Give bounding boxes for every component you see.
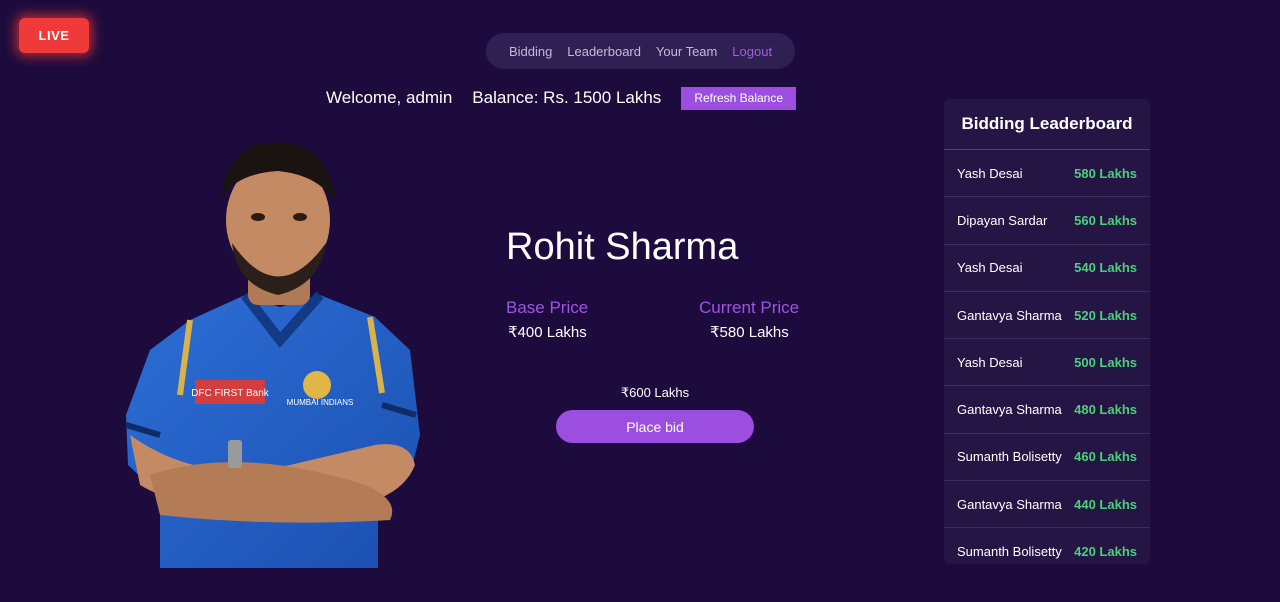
balance-text: Balance: Rs. 1500 Lakhs xyxy=(472,88,662,107)
nav-leaderboard[interactable]: Leaderboard xyxy=(567,44,641,59)
leaderboard-row: Sumanth Bolisetty 460 Lakhs xyxy=(944,434,1150,482)
bid-amount: 540 Lakhs xyxy=(1074,260,1137,276)
player-name: Rohit Sharma xyxy=(506,226,739,268)
bid-amount: 580 Lakhs xyxy=(1074,165,1137,181)
leaderboard-row: Gantavya Sharma 440 Lakhs xyxy=(944,481,1150,529)
user-info-row: Welcome, admin Balance: Rs. 1500 Lakhs R… xyxy=(326,86,797,110)
bidder-name: Gantavya Sharma xyxy=(957,496,1062,512)
leaderboard-row: Sumanth Bolisetty 420 Lakhs xyxy=(944,528,1150,564)
bidder-name: Yash Desai xyxy=(957,165,1023,181)
bid-amount: 420 Lakhs xyxy=(1074,544,1137,560)
leaderboard-row: Gantavya Sharma 520 Lakhs xyxy=(944,292,1150,340)
current-price-label: Current Price xyxy=(699,298,800,317)
leaderboard-list: Yash Desai 580 Lakhs Dipayan Sardar 560 Lak… xyxy=(944,150,1150,564)
leaderboard-title: Bidding Leaderboard xyxy=(944,99,1150,150)
live-badge: LIVE xyxy=(19,18,89,53)
welcome-text: Welcome, admin xyxy=(326,88,453,107)
nav-logout[interactable]: Logout xyxy=(732,44,772,59)
auction-page: LIVE Bidding Leaderboard Your Team Logou… xyxy=(0,0,1280,602)
leaderboard-row: Yash Desai 580 Lakhs xyxy=(944,150,1150,198)
jersey-team: MUMBAI INDIANS xyxy=(287,398,354,407)
base-price-label: Base Price xyxy=(506,298,589,317)
bidder-name: Yash Desai xyxy=(957,354,1023,370)
bidder-name: Gantavya Sharma xyxy=(957,402,1062,418)
jersey-sponsor: DFC FIRST Bank xyxy=(191,388,270,399)
bidder-name: Sumanth Bolisetty xyxy=(957,544,1062,560)
bid-amount: 480 Lakhs xyxy=(1074,402,1137,418)
bidder-name: Gantavya Sharma xyxy=(957,307,1062,323)
bid-amount: 560 Lakhs xyxy=(1074,212,1137,228)
place-bid-button[interactable]: Place bid xyxy=(556,410,754,443)
leaderboard-row: Gantavya Sharma 480 Lakhs xyxy=(944,386,1150,434)
bid-amount: 440 Lakhs xyxy=(1074,496,1137,512)
leaderboard-row: Yash Desai 500 Lakhs xyxy=(944,339,1150,387)
bidder-name: Dipayan Sardar xyxy=(957,212,1048,228)
next-bid-amount: ₹600 Lakhs xyxy=(620,385,690,400)
player-photo: DFC FIRST Bank MUMBAI INDIANS xyxy=(125,142,420,568)
top-nav: Bidding Leaderboard Your Team Logout xyxy=(486,33,795,69)
bidding-leaderboard[interactable]: Bidding Leaderboard Yash Desai 580 Lakhs D… xyxy=(944,99,1150,564)
bid-amount: 520 Lakhs xyxy=(1074,307,1137,323)
leaderboard-row: Yash Desai 540 Lakhs xyxy=(944,245,1150,292)
refresh-balance-button[interactable]: Refresh Balance xyxy=(681,86,797,110)
base-price-value: ₹400 Lakhs xyxy=(508,324,587,341)
nav-bidding[interactable]: Bidding xyxy=(509,44,552,59)
bidder-name: Yash Desai xyxy=(957,260,1023,276)
live-badge-label: LIVE xyxy=(38,28,70,43)
bid-amount: 460 Lakhs xyxy=(1074,449,1137,465)
nav-your-team[interactable]: Your Team xyxy=(656,44,717,59)
current-price-value: ₹580 Lakhs xyxy=(710,324,789,341)
leaderboard-row: Dipayan Sardar 560 Lakhs xyxy=(944,197,1150,245)
bid-amount: 500 Lakhs xyxy=(1074,354,1137,370)
bidder-name: Sumanth Bolisetty xyxy=(957,449,1062,465)
